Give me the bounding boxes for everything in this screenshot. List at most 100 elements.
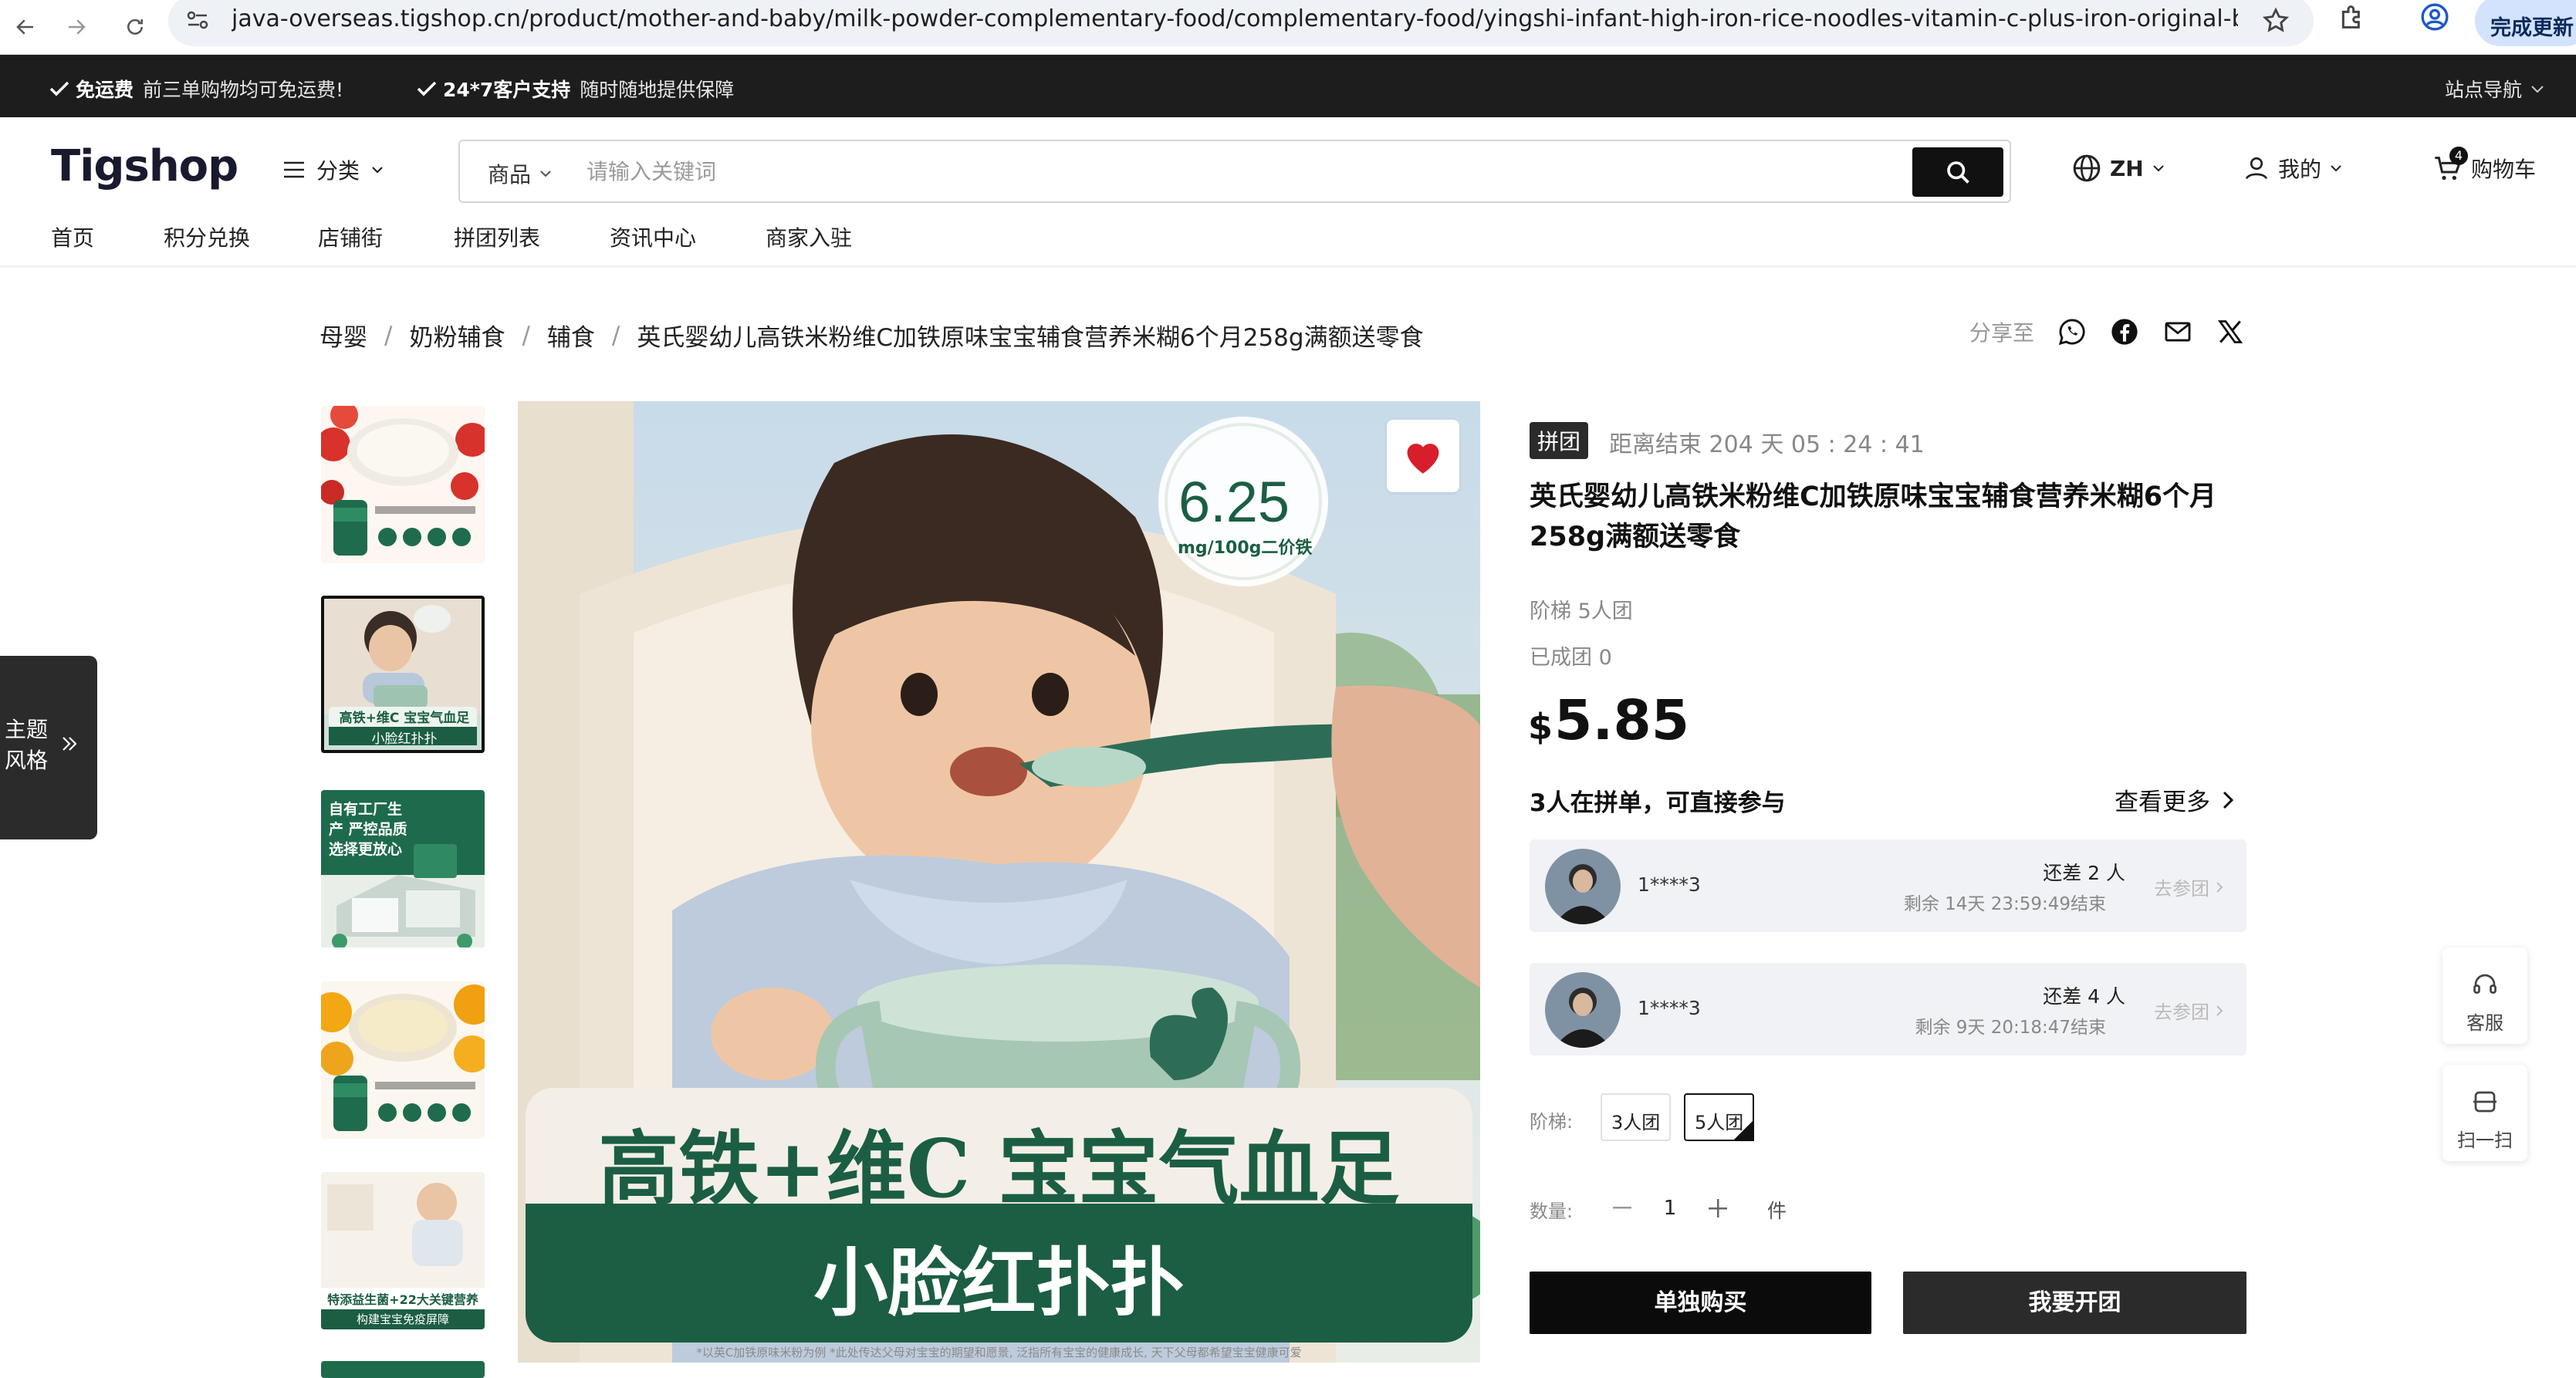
check-icon <box>49 81 69 96</box>
thumbnail-2-headline: 高铁+维C 宝宝气血足 <box>339 711 470 726</box>
customer-service-button[interactable]: 客服 <box>2442 947 2527 1044</box>
chevron-down-icon <box>372 167 383 174</box>
theme-label-line2: 风格 <box>5 748 49 773</box>
buy-alone-button[interactable]: 单独购买 <box>1530 1272 1871 1334</box>
breadcrumb-complementary-food[interactable]: 辅食 <box>547 318 595 353</box>
thumbnail-3-text: 自有工厂生产 严控品质 选择更放心 <box>329 801 407 858</box>
countdown-timer: 距离结束 204 天 05 : 24 : 41 <box>1609 431 1925 458</box>
x-twitter-icon[interactable] <box>2216 318 2244 346</box>
group-row: 1****3 还差 2 人 剩余 14天 23:59:49结束 去参团 <box>1530 839 2246 932</box>
breadcrumb-milk-powder[interactable]: 奶粉辅食 <box>409 318 505 353</box>
cart-link[interactable]: 4 购物车 <box>2432 147 2537 184</box>
profile-icon[interactable] <box>2419 2 2450 32</box>
group-leader-name: 1****3 <box>1638 873 1701 896</box>
main-image-footnote: *以英C加铁原味米粉为例 *此处传达父母对宝宝的期望和愿景, 泛指所有宝宝的健康… <box>696 1346 1302 1359</box>
breadcrumb-mother-baby[interactable]: 母婴 <box>319 318 367 353</box>
url-text[interactable]: java-overseas.tigshop.cn/product/mother-… <box>232 5 2238 32</box>
chevron-down-icon <box>540 171 551 177</box>
extensions-icon[interactable] <box>2337 2 2368 32</box>
thumbnail-6[interactable] <box>321 1361 485 1378</box>
free-shipping-text: 前三单购物均可免运费! <box>143 79 344 101</box>
see-more-link[interactable]: 查看更多 <box>2115 782 2235 817</box>
search-input[interactable] <box>587 155 1744 189</box>
chevron-down-icon <box>2331 165 2341 172</box>
iron-badge-value: 6.25 <box>1178 470 1290 534</box>
whatsapp-icon[interactable] <box>2057 317 2087 346</box>
search-icon <box>1947 161 1969 184</box>
iron-badge-unit: mg/100g二价铁 <box>1178 539 1313 558</box>
product-price: $5.85 <box>1528 688 1689 752</box>
search-scope-label: 商品 <box>488 162 532 187</box>
quantity-decrease-button[interactable] <box>1597 1184 1647 1233</box>
free-shipping-notice: 免运费 前三单购物均可免运费! <box>49 75 343 103</box>
nav-news[interactable]: 资讯中心 <box>610 221 696 252</box>
thumbnail-2-selected[interactable]: 高铁+维C 宝宝气血足 小脸红扑扑 <box>321 596 485 753</box>
nav-store-street[interactable]: 店铺街 <box>318 221 383 252</box>
group-buy-badge: 拼团 <box>1530 422 1589 459</box>
quantity-value[interactable]: 1 <box>1647 1197 1693 1220</box>
language-select[interactable]: ZH <box>2071 153 2165 184</box>
nav-points-exchange[interactable]: 积分兑换 <box>164 221 250 252</box>
cart-count-badge: 4 <box>2449 147 2468 165</box>
category-menu[interactable]: 分类 <box>282 154 384 185</box>
product-main-image[interactable]: 6.25 mg/100g二价铁 高铁+维C 宝宝气血足 小脸红扑扑 *以英C加铁… <box>518 401 1480 1363</box>
menu-icon <box>284 161 304 178</box>
site-logo[interactable]: Tigshop <box>51 141 238 191</box>
search-box: 商品 <box>458 140 2011 203</box>
breadcrumb-current: 英氏婴幼儿高铁米粉维C加铁原味宝宝辅食营养米糊6个月258g满额送零食 <box>637 324 1424 352</box>
free-shipping-title: 免运费 <box>76 79 134 101</box>
site-nav-dropdown[interactable]: 站点导航 <box>2445 75 2545 103</box>
cart-label: 购物车 <box>2471 157 2537 182</box>
scan-icon <box>2471 1088 2499 1116</box>
header-divider <box>0 265 2576 268</box>
search-button[interactable] <box>1912 147 2003 197</box>
nav-home[interactable]: 首页 <box>51 221 94 252</box>
forward-button[interactable] <box>56 6 97 48</box>
chevron-double-right-icon <box>60 733 79 755</box>
update-button[interactable]: 完成更新 <box>2475 0 2576 46</box>
tier-option-5-selected[interactable]: 5人团 <box>1684 1093 1755 1141</box>
thumbnail-4[interactable] <box>321 981 485 1139</box>
customer-service-label: 客服 <box>2466 1012 2503 1034</box>
bookmark-star-icon[interactable] <box>2261 6 2290 35</box>
email-icon[interactable] <box>2162 317 2193 346</box>
facebook-icon[interactable] <box>2110 317 2139 346</box>
address-bar[interactable]: java-overseas.tigshop.cn/product/mother-… <box>168 0 2314 46</box>
site-info-icon[interactable] <box>185 9 210 31</box>
search-scope-select[interactable]: 商品 <box>488 158 553 189</box>
main-image-headline: 高铁+维C 宝宝气血足 <box>598 1121 1400 1216</box>
start-group-button[interactable]: 我要开团 <box>1903 1272 2246 1334</box>
group-time-remaining: 剩余 9天 20:18:47结束 <box>1915 1018 2106 1038</box>
thumbnail-5-text: 特添益生菌+22大关键营养 <box>327 1292 478 1307</box>
support-notice: 24*7客户支持 随时随地提供保障 <box>417 75 734 103</box>
account-menu[interactable]: 我的 <box>2243 153 2343 184</box>
quantity-increase-button[interactable] <box>1693 1184 1743 1233</box>
group-row: 1****3 还差 4 人 剩余 9天 20:18:47结束 去参团 <box>1530 963 2246 1055</box>
avatar <box>1545 972 1621 1048</box>
chevron-down-icon <box>2153 165 2164 172</box>
chevron-down-icon <box>2531 86 2544 93</box>
avatar <box>1545 849 1621 924</box>
site-nav-label: 站点导航 <box>2444 79 2522 101</box>
see-more-label: 查看更多 <box>2115 789 2210 816</box>
nav-merchant-join[interactable]: 商家入驻 <box>766 221 852 252</box>
thumbnail-1[interactable] <box>321 406 485 563</box>
chevron-right-icon <box>2216 1005 2223 1016</box>
theme-style-tab[interactable]: 主题 风格 <box>0 656 97 839</box>
thumbnail-5[interactable]: 特添益生菌+22大关键营养 构建宝宝免疫屏障 <box>321 1172 485 1329</box>
check-icon <box>417 81 437 96</box>
tier-option-3[interactable]: 3人团 <box>1601 1093 1672 1141</box>
join-group-button[interactable]: 去参团 <box>2154 997 2223 1024</box>
nav-group-list[interactable]: 拼团列表 <box>454 221 540 252</box>
reload-button[interactable] <box>114 6 156 48</box>
join-group-button[interactable]: 去参团 <box>2154 873 2223 900</box>
favorite-button[interactable] <box>1387 420 1459 492</box>
scan-button[interactable]: 扫一扫 <box>2442 1065 2527 1161</box>
formed-count: 已成团 0 <box>1530 646 1612 670</box>
thumbnail-3[interactable]: 自有工厂生产 严控品质 选择更放心 <box>321 790 485 947</box>
price-currency: $ <box>1528 706 1553 748</box>
selected-check-icon <box>1733 1120 1755 1141</box>
price-value: 5.85 <box>1554 688 1690 752</box>
back-button[interactable] <box>5 6 46 48</box>
breadcrumb-separator: / <box>384 321 393 350</box>
